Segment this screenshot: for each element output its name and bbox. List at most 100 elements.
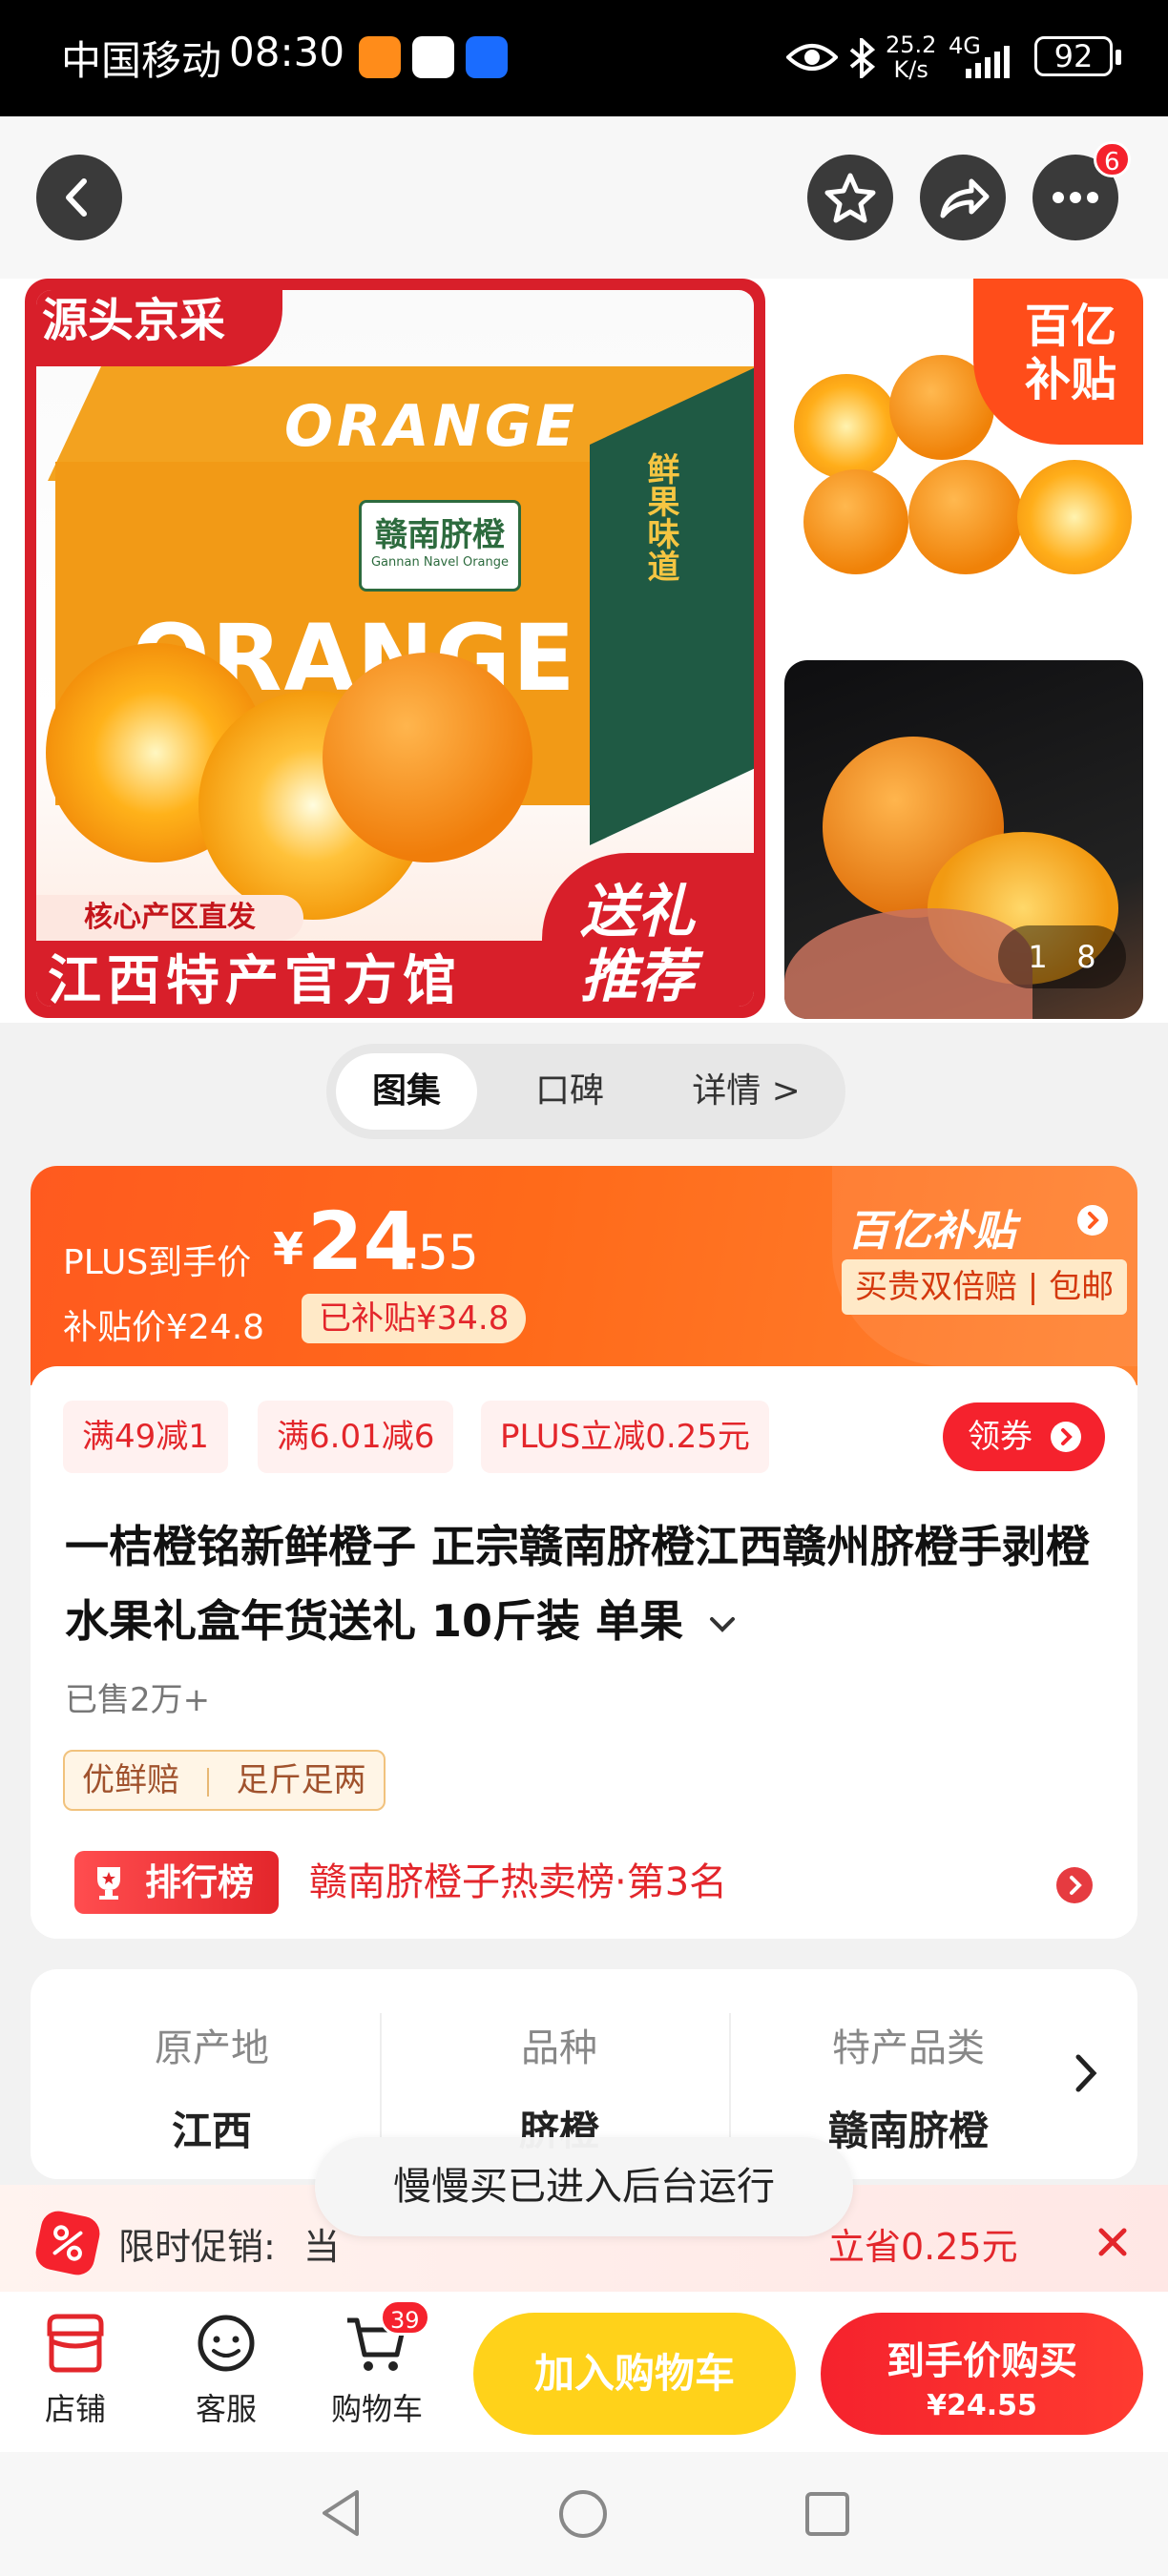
spec-value: 江西 [171, 2108, 252, 2154]
orange-image [803, 469, 908, 574]
spec-origin: 原产地 江西 [50, 2017, 374, 2157]
coupon-tag[interactable]: 满49减1 [63, 1401, 228, 1473]
bluetooth-icon [849, 38, 876, 78]
customer-service-label: 客服 [195, 2391, 257, 2427]
top-nav: 6 [0, 116, 1168, 279]
tab-gallery[interactable]: 图集 [336, 1053, 477, 1130]
buy-now-label: 到手价购买 [886, 2339, 1077, 2383]
home-circle-icon[interactable] [557, 2488, 609, 2540]
store-button[interactable]: 店铺 [13, 2313, 137, 2429]
recents-square-icon[interactable] [803, 2490, 851, 2538]
chevron-down-icon[interactable] [708, 1615, 737, 1634]
back-button[interactable] [36, 155, 122, 240]
share-icon [940, 178, 990, 218]
share-button[interactable] [920, 155, 1006, 240]
sold-count: 已售2万+ [65, 1681, 211, 1719]
cart-button[interactable]: 39 购物车 [315, 2299, 439, 2429]
tab-reviews[interactable]: 口碑 [498, 1053, 641, 1130]
sf-express-icon [412, 36, 454, 78]
store-icon [47, 2314, 104, 2373]
product-info-card: PLUS到手价 ¥ 24 .55 补贴价¥24.8 已补贴¥34.8 百亿补贴 … [31, 1166, 1137, 1939]
eye-icon [786, 44, 838, 71]
more-badge: 6 [1094, 141, 1131, 177]
whole-orange-image [323, 653, 532, 862]
content-tabs: 图集 口碑 详情 > [326, 1044, 845, 1139]
box-side-text: 鲜果味道 [641, 452, 679, 582]
more-button[interactable]: 6 [1032, 141, 1131, 240]
coupon-tag[interactable]: PLUS立减0.25元 [481, 1401, 769, 1473]
claim-coupon-label: 领券 [968, 1418, 1032, 1456]
service-tags[interactable]: 优鲜赔 足斤足两 [63, 1750, 386, 1811]
chevron-right-icon [1051, 1422, 1081, 1452]
price-decimal: .55 [403, 1225, 479, 1280]
back-triangle-icon[interactable] [317, 2486, 365, 2540]
double-refund-guarantee: 买贵双倍赔 | 包邮 [842, 1259, 1128, 1315]
image-counter-total: 8 [1076, 939, 1096, 975]
image-counter: 1 8 [998, 925, 1126, 988]
battery-indicator: 92 [1034, 36, 1121, 76]
chevron-right-icon[interactable] [1071, 2051, 1099, 2095]
chevron-right-icon[interactable] [1055, 1866, 1094, 1904]
subsidy-badge-line-1: 百亿 [1024, 300, 1116, 353]
signal-icon [966, 46, 1010, 78]
box-text-top: ORANGE [284, 393, 579, 460]
ranking-badge-label: 排行榜 [145, 1861, 255, 1903]
store-banner: 江西特产官方馆 [36, 941, 559, 1007]
gallery-thumbnail-2[interactable]: 1 8 [784, 660, 1143, 1019]
carrier-name: 中国移动 [61, 37, 222, 84]
net-speed: 25.2 [886, 31, 937, 58]
cart-count-badge: 39 [380, 2299, 430, 2336]
coupon-tag[interactable]: 满6.01减6 [258, 1401, 454, 1473]
box-label: 赣南脐橙 Gannan Navel Orange [359, 500, 521, 592]
toast-message: 慢慢买已进入后台运行 [315, 2137, 853, 2236]
orange-image [908, 460, 1023, 574]
main-product-image[interactable]: ORANGE ORANGE 赣南脐橙 Gannan Navel Orange 鲜… [25, 279, 765, 1018]
ranking-badge[interactable]: 排行榜 [74, 1851, 279, 1914]
promo-label: 限时促销: [118, 2226, 276, 2268]
navigation-app-icon [466, 36, 508, 78]
orange-image [794, 374, 899, 479]
product-title[interactable]: 一桔橙铭新鲜橙子 正宗赣南脐橙江西赣州脐橙手剥橙 水果礼盒年货送礼 10斤装 单… [65, 1509, 1105, 1658]
subsidized-tag: 已补贴¥34.8 [302, 1294, 527, 1343]
gallery-thumbnail-1[interactable]: 百亿 补贴 [784, 279, 1143, 637]
star-icon [824, 173, 876, 223]
product-box-illustration: ORANGE ORANGE 赣南脐橙 Gannan Navel Orange 鲜… [48, 347, 754, 845]
source-tag: 源头京采 [36, 290, 282, 366]
buy-now-price: ¥24.55 [927, 2389, 1037, 2422]
clock: 08:30 [229, 29, 345, 75]
spec-label: 原产地 [155, 2026, 269, 2070]
net-unit: K/s [893, 56, 928, 83]
smiley-chat-icon [198, 2315, 255, 2372]
chevron-right-icon [1077, 1205, 1108, 1236]
product-details: 满49减1 满6.01减6 PLUS立减0.25元 领券 一桔橙铭新鲜橙子 正宗… [31, 1366, 1137, 1939]
tab-details[interactable]: 详情 > [660, 1053, 832, 1130]
buy-now-button[interactable]: 到手价购买 ¥24.55 [821, 2313, 1143, 2435]
subsidy-badge-line-2: 补贴 [1024, 353, 1116, 406]
hand-image [784, 908, 1032, 1019]
claim-coupon-button[interactable]: 领券 [943, 1402, 1105, 1471]
bottom-action-bar: 店铺 客服 39 购物车 加入购物车 到手价购买 ¥24.55 [0, 2292, 1168, 2452]
gift-line-1: 送礼 [580, 879, 695, 945]
divider [380, 2013, 382, 2156]
customer-service-button[interactable]: 客服 [164, 2313, 288, 2429]
box-label-text: 赣南脐橙 [375, 516, 505, 554]
price-banner: PLUS到手价 ¥ 24 .55 补贴价¥24.8 已补贴¥34.8 百亿补贴 … [31, 1166, 1137, 1385]
orange-image [1017, 460, 1132, 574]
origin-tag: 核心产区直发 [36, 895, 303, 941]
notification-app-icon [359, 36, 401, 78]
price-currency: ¥ [273, 1223, 304, 1275]
cart-label: 购物车 [330, 2391, 423, 2427]
image-gallery[interactable]: ORANGE ORANGE 赣南脐橙 Gannan Navel Orange 鲜… [0, 279, 1168, 1023]
product-title-text: 一桔橙铭新鲜橙子 正宗赣南脐橙江西赣州脐橙手剥橙 水果礼盒年货送礼 10斤装 单… [65, 1521, 1091, 1647]
store-label: 店铺 [44, 2391, 106, 2427]
image-counter-current: 1 [1028, 939, 1048, 975]
brand-subsidy-badge[interactable]: 百亿补贴 [847, 1196, 1015, 1257]
discount-icon [32, 2208, 103, 2278]
favorite-button[interactable] [807, 155, 893, 240]
add-to-cart-button[interactable]: 加入购物车 [473, 2313, 796, 2435]
status-bar: 中国移动 08:30 25.2 K/s 4G 92 [0, 0, 1168, 116]
spec-label: 品种 [521, 2026, 597, 2070]
plus-price-label: PLUS到手价 [63, 1243, 252, 1282]
ranking-text[interactable]: 赣南脐橙子热卖榜·第3名 [309, 1851, 727, 1914]
close-icon[interactable] [1095, 2225, 1130, 2259]
